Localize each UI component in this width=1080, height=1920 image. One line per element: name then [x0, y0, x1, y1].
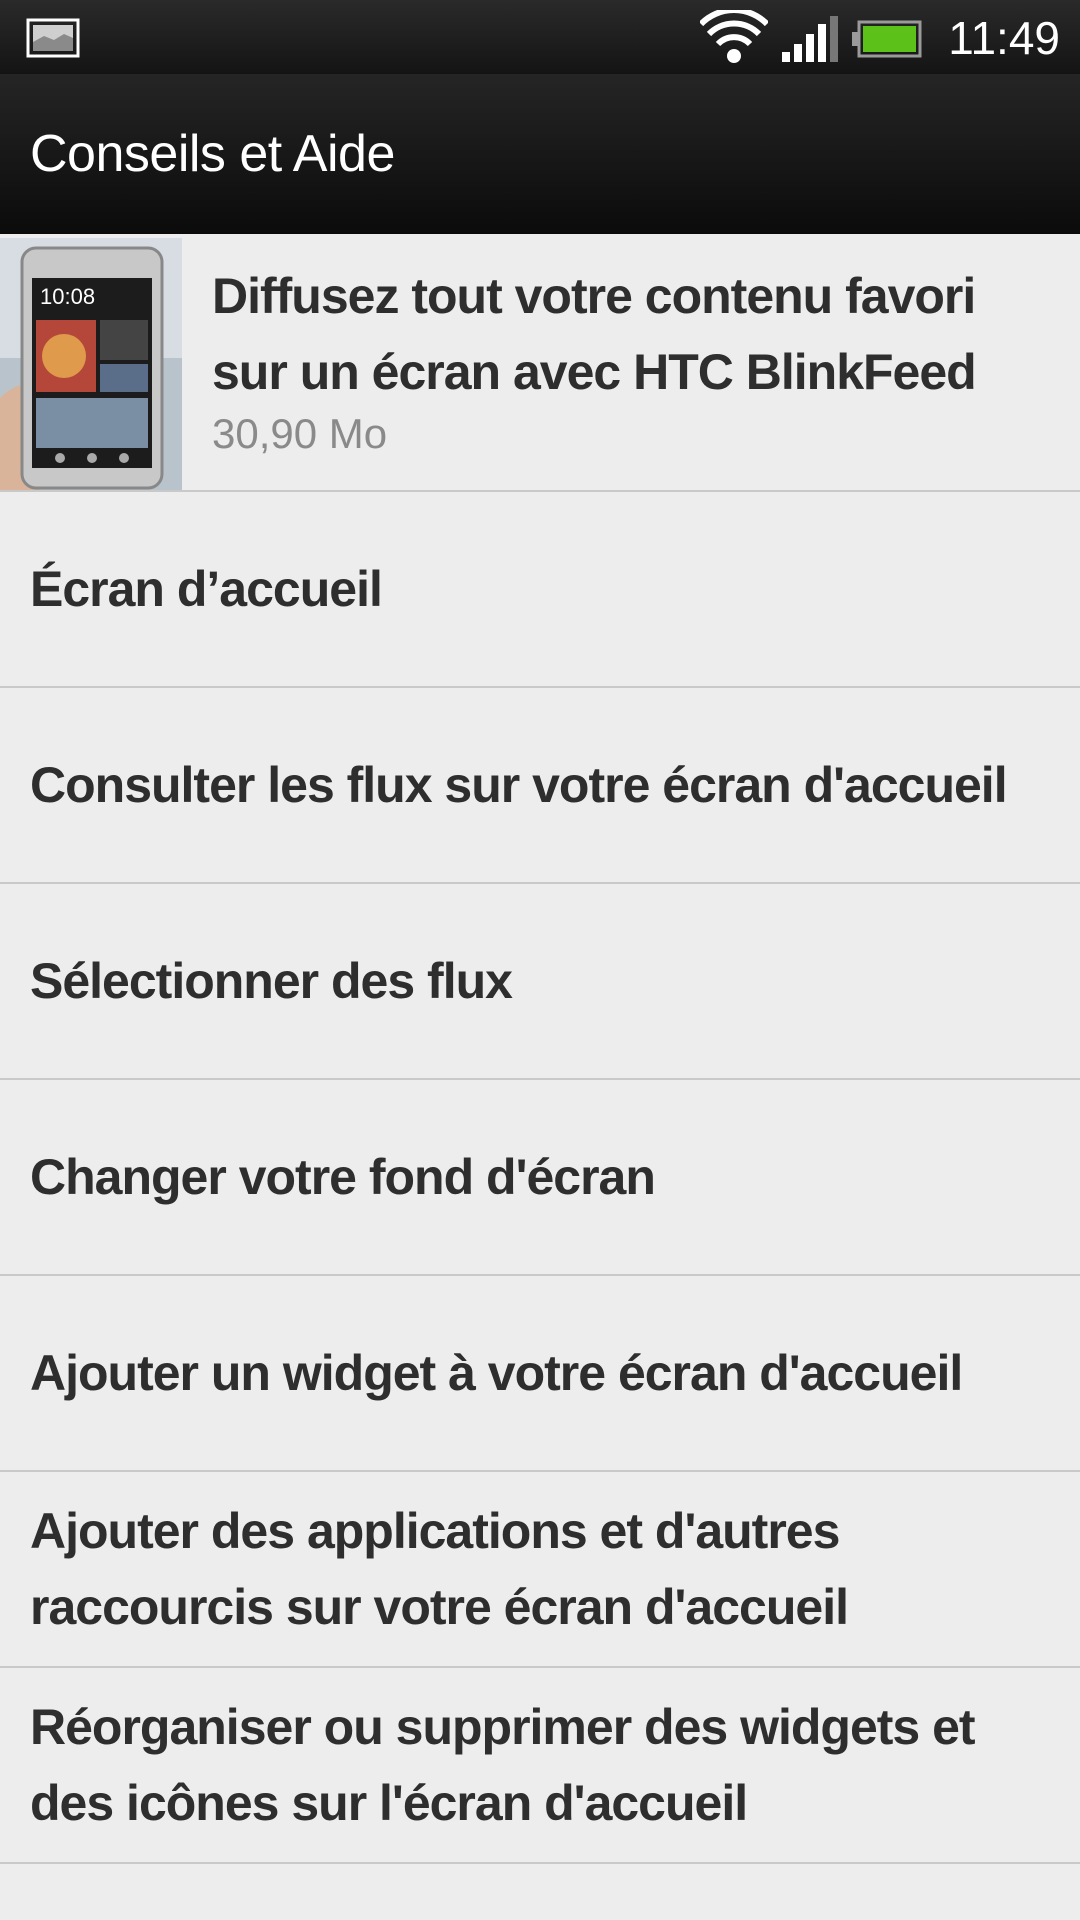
list-item-rearrange-remove[interactable]: Réorganiser ou supprimer des widgets et … [0, 1668, 1080, 1864]
list-item-add-widget[interactable]: Ajouter un widget à votre écran d'accuei… [0, 1276, 1080, 1472]
notification-image-icon [26, 18, 80, 58]
list-item-label: Réorganiser ou supprimer des widgets et … [30, 1699, 976, 1831]
list-item-label: Sélectionner des flux [30, 953, 513, 1009]
list-item-select-feeds[interactable]: Sélectionner des flux [0, 884, 1080, 1080]
action-bar: Conseils et Aide [0, 74, 1080, 234]
featured-video-title: Diffusez tout votre contenu favori sur u… [212, 268, 977, 400]
wifi-icon [700, 10, 768, 63]
help-topic-list: 10:08 Diffusez tout votre contenu favori… [0, 234, 1080, 1864]
page-title: Conseils et Aide [30, 125, 395, 183]
signal-icon [782, 16, 838, 62]
list-item-label: Ajouter des applications et d'autres rac… [30, 1503, 849, 1635]
list-item-label: Consulter les flux sur votre écran d'acc… [30, 757, 1008, 813]
list-item-label: Ajouter un widget à votre écran d'accuei… [30, 1345, 963, 1401]
featured-video-item[interactable]: 10:08 Diffusez tout votre contenu favori… [0, 234, 1080, 492]
status-bar: 11:49 [0, 0, 1080, 74]
list-item-add-apps-shortcuts[interactable]: Ajouter des applications et d'autres rac… [0, 1472, 1080, 1668]
svg-text:10:08: 10:08 [40, 284, 95, 309]
list-item-label: Écran d’accueil [30, 561, 383, 617]
list-item-view-feeds[interactable]: Consulter les flux sur votre écran d'acc… [0, 688, 1080, 884]
featured-video-size: 30,90 Mo [212, 410, 388, 457]
battery-icon [852, 20, 922, 58]
status-clock: 11:49 [948, 12, 1060, 64]
screen: 11:49 Conseils et Aide 10:08 Diffusez to… [0, 0, 1080, 1920]
list-item-label: Changer votre fond d'écran [30, 1149, 656, 1205]
list-item-change-wallpaper[interactable]: Changer votre fond d'écran [0, 1080, 1080, 1276]
list-item-home-screen[interactable]: Écran d’accueil [0, 492, 1080, 688]
phone-thumbnail-icon: 10:08 [0, 238, 182, 490]
